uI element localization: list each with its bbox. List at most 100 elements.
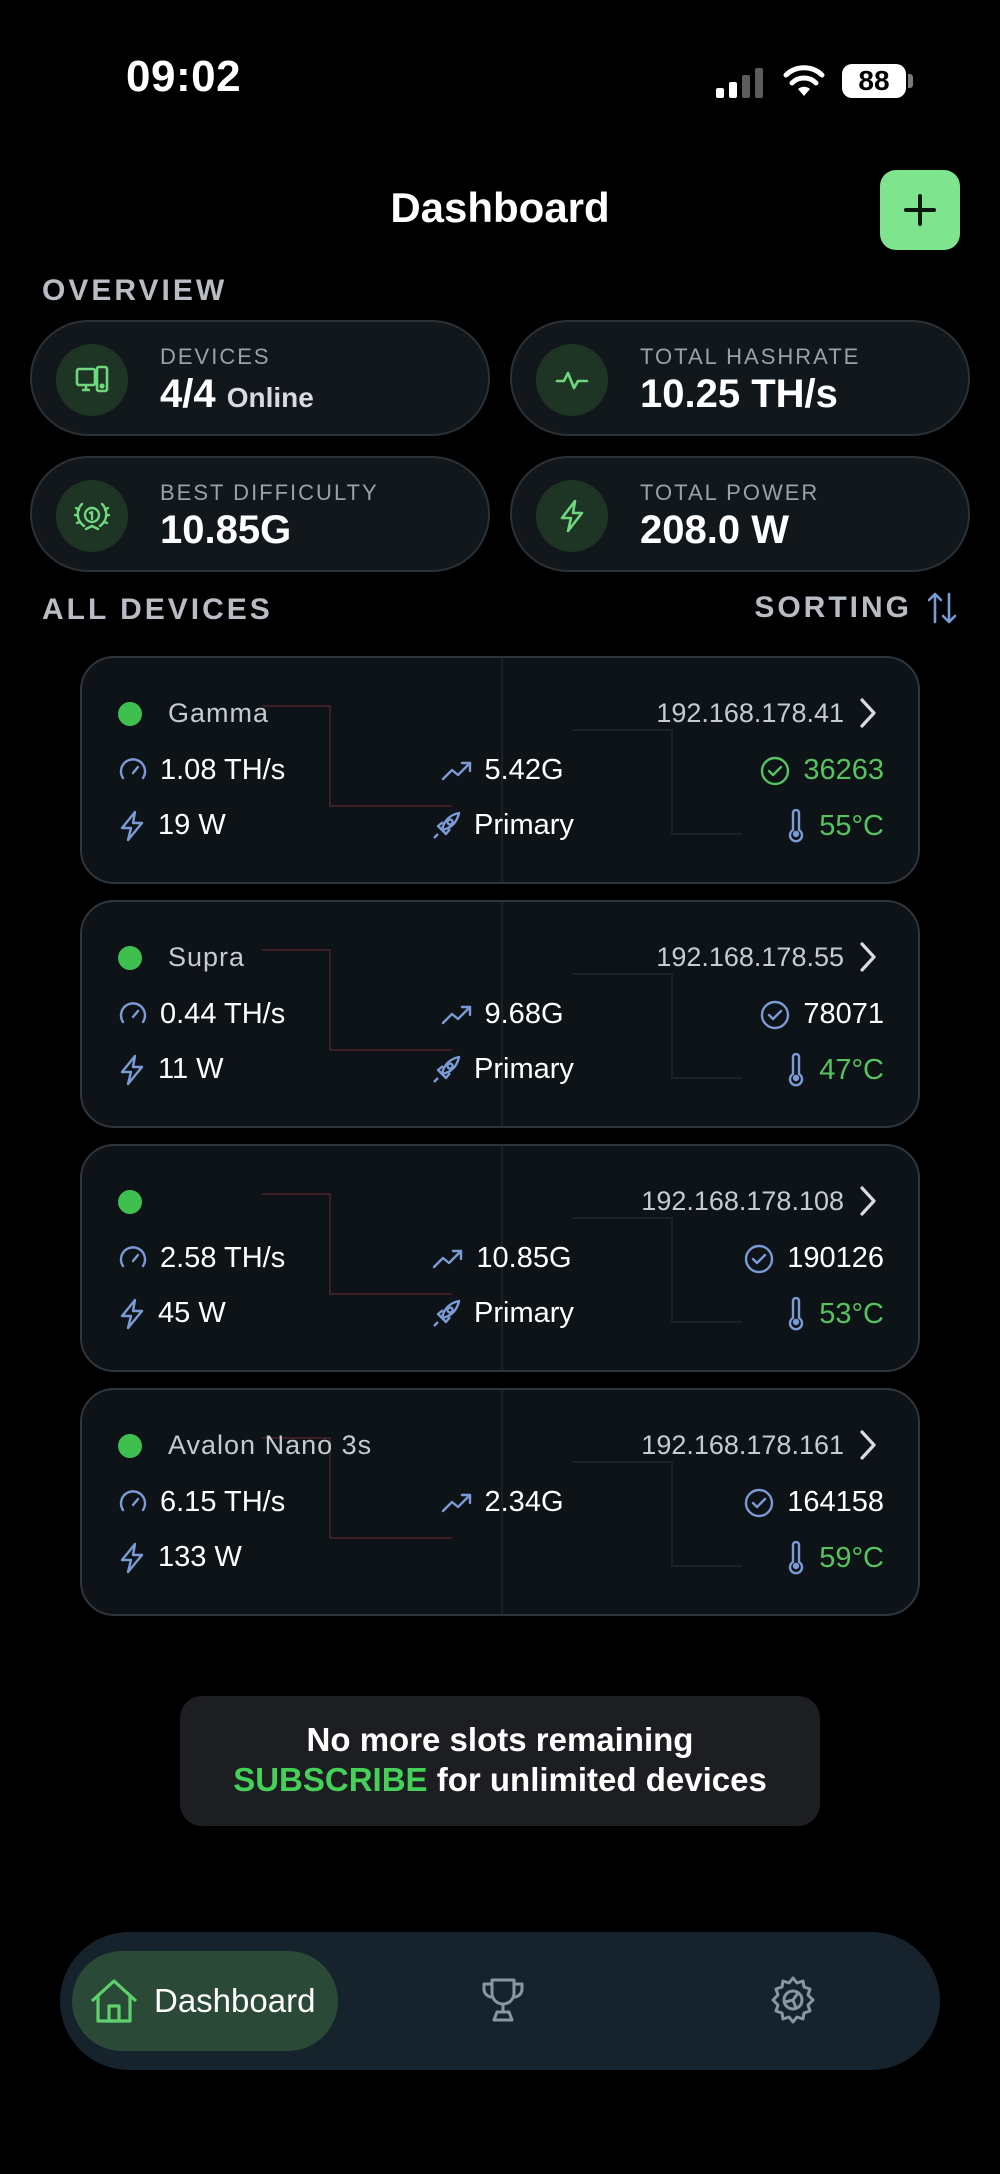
device-pool-value: Primary [474,809,574,841]
banner-line-1: No more slots remaining [306,1721,694,1758]
device-power: 19 W [118,809,226,842]
pulse-icon [536,344,608,416]
device-shares-value: 36263 [803,754,884,786]
overview-value-power: 208.0 W [640,508,789,552]
device-best-difficulty: 5.42G [382,754,622,787]
thermometer-icon [789,1297,804,1331]
device-shares-value: 78071 [803,998,884,1030]
device-pool: Primary [382,809,622,842]
battery-nub [908,74,913,88]
trending-up-icon [441,1493,471,1512]
device-details-chevron[interactable] [858,696,878,730]
status-time: 09:02 [126,52,242,101]
overview-label-hashrate: TOTAL HASHRATE [640,344,861,369]
tab-dashboard-label: Dashboard [154,1982,316,2019]
tab-bar: Dashboard [60,1932,940,2070]
subscription-banner[interactable]: No more slots remaining SUBSCRIBE for un… [180,1696,820,1826]
add-device-button[interactable] [880,170,960,250]
subscribe-link[interactable]: SUBSCRIBE [233,1761,427,1798]
device-shares-value: 190126 [787,1242,884,1274]
device-difficulty-value: 9.68G [484,998,564,1030]
device-power: 11 W [118,1053,224,1086]
bolt-icon [120,810,144,841]
overview-card-power: TOTAL POWER 208.0 W [510,456,970,572]
device-best-difficulty: 2.34G [382,1486,622,1519]
device-power: 133 W [118,1541,242,1574]
device-hashrate: 2.58 TH/s [118,1242,285,1275]
laurel-badge-icon [56,480,128,552]
device-details-chevron[interactable] [858,1428,878,1462]
device-pool: Primary [382,1297,622,1330]
page-title: Dashboard [390,184,610,231]
home-icon [90,1979,138,2023]
trophy-icon [482,1978,524,2022]
chevron-right-icon [860,1186,876,1216]
device-power-value: 133 W [158,1541,242,1573]
overview-label: OVERVIEW [42,274,228,307]
bolt-icon [536,480,608,552]
device-temp-value: 59°C [819,1541,884,1574]
thermometer-icon [789,1541,804,1575]
device-temperature: 55°C [785,809,884,843]
settings-icon [771,1976,815,2024]
device-best-difficulty: 10.85G [382,1242,622,1275]
cellular-signal-icon [716,68,766,98]
device-card[interactable]: 192.168.178.108 2.58 TH/s 10.85G 190126 45 W… [80,1144,920,1372]
device-hashrate: 1.08 TH/s [118,754,285,787]
tab-dashboard[interactable]: Dashboard [72,1951,338,2051]
device-card[interactable]: Avalon Nano 3s 192.168.178.161 6.15 TH/s 2.… [80,1388,920,1616]
battery-indicator: 88 [842,64,906,98]
device-details-chevron[interactable] [858,1184,878,1218]
trending-up-icon [433,1249,463,1268]
sorting-button[interactable]: SORTING [754,590,958,626]
device-temp-value: 53°C [819,1297,884,1330]
check-circle-icon [761,1000,790,1029]
device-hashrate-value: 0.44 TH/s [160,998,286,1030]
overview-label-devices: DEVICES [160,344,271,369]
speedometer-icon [119,1001,147,1023]
device-card[interactable]: Supra 192.168.178.55 0.44 TH/s 9.68G 78071 11… [80,900,920,1128]
wifi-icon [782,62,826,98]
overview-value-hashrate: 10.25 TH/s [640,372,838,416]
device-name: Gamma [168,698,270,728]
device-temperature: 59°C [785,1541,884,1575]
speedometer-icon [119,757,147,779]
device-power-value: 19 W [158,809,226,841]
device-power: 45 W [118,1297,226,1330]
tab-settings[interactable] [768,1975,818,2025]
device-ip: 192.168.178.108 [641,1186,844,1216]
device-power-value: 45 W [158,1297,226,1329]
device-accepted-shares: 36263 [759,754,884,787]
device-hashrate: 0.44 TH/s [118,998,285,1031]
device-ip: 192.168.178.161 [641,1430,844,1460]
overview-label-difficulty: BEST DIFFICULTY [160,480,379,505]
device-pool-value: Primary [474,1297,574,1329]
rocket-icon [433,1299,461,1327]
device-shares-value: 164158 [787,1486,884,1518]
rocket-icon [433,1055,461,1083]
check-circle-icon [745,1488,774,1517]
online-status-dot [118,1190,142,1214]
check-circle-icon [745,1244,774,1273]
devices-count: 4/4 [160,372,216,416]
online-status-dot [118,702,142,726]
device-details-chevron[interactable] [858,940,878,974]
device-card[interactable]: Gamma 192.168.178.41 1.08 TH/s 5.42G 36263 19… [80,656,920,884]
device-temp-value: 47°C [819,1053,884,1086]
sorting-label: SORTING [754,591,912,624]
device-hashrate-value: 1.08 TH/s [160,754,286,786]
device-name: Supra [168,942,246,972]
trending-up-icon [441,1005,471,1024]
plus-icon [904,194,936,226]
device-ip: 192.168.178.55 [656,942,844,972]
all-devices-label: ALL DEVICES [42,593,273,626]
device-accepted-shares: 164158 [743,1486,884,1519]
device-difficulty-value: 2.34G [484,1486,564,1518]
device-hashrate: 6.15 TH/s [118,1486,285,1519]
device-pool: Primary [382,1053,622,1086]
check-circle-icon [761,756,790,785]
tab-leaderboard[interactable] [478,1975,528,2025]
device-temp-value: 55°C [819,809,884,842]
trending-up-icon [441,761,471,780]
banner-line-2: SUBSCRIBE for unlimited devices [180,1760,820,1800]
